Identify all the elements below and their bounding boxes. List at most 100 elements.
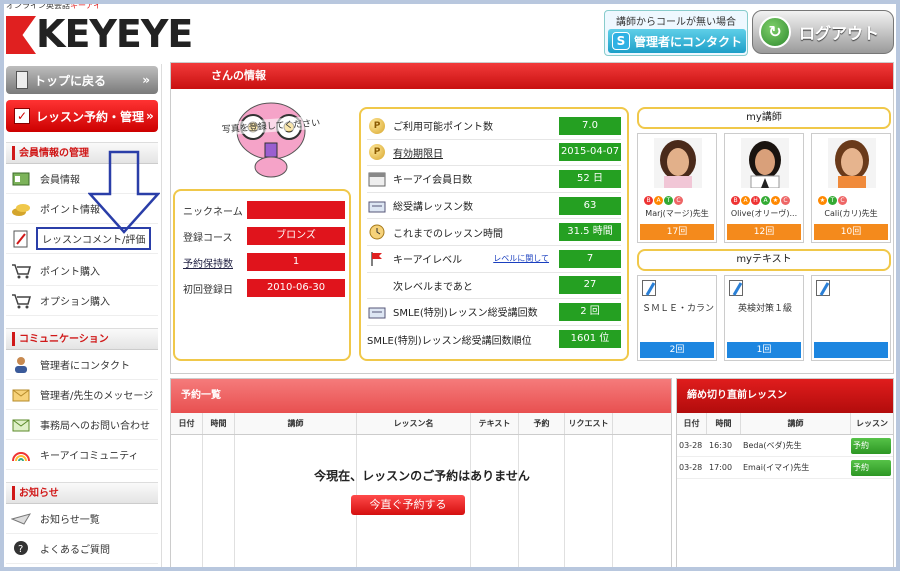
stats-card: P ご利用可能ポイント数 7.0 P 有効期限日 2015-04-07 キーアイ会員日数…	[359, 107, 629, 361]
stat-row: SMLE(特別)レッスン総受講回数順位 1601 位	[367, 326, 621, 353]
avatar-placeholder[interactable]: 写真を登録してください	[191, 97, 351, 181]
sidebar-item-label: 事務局へのお問い合わせ	[40, 421, 150, 432]
document-icon	[642, 280, 656, 296]
column-header: 時間	[203, 413, 235, 434]
textbook-card[interactable]: ＳＭＬＥ・カラン 2回	[637, 275, 717, 361]
logo-text: KEYEYE	[36, 12, 193, 56]
column-header: リクエスト	[565, 413, 613, 434]
reserve-button[interactable]: 予約	[851, 437, 891, 454]
sidebar-item-label: キーアイコミュニティ	[40, 451, 139, 462]
sidebar-item-faq[interactable]: ? よくあるご質問	[6, 534, 158, 564]
stat-value: 1601 位	[559, 330, 621, 349]
stat-label: SMLE(特別)レッスン総受講回数順位	[367, 335, 532, 347]
stat-label: SMLE(特別)レッスン総受講回数	[393, 308, 538, 320]
reservation-table-header: 日付 時間 講師 レッスン名 テキスト 予約 リクエスト	[171, 413, 671, 435]
reservation-hold-link[interactable]: 予約保持数	[179, 255, 247, 270]
svg-text:?: ?	[18, 544, 23, 555]
teacher-card[interactable]: ★ T C Cali(カリ)先生 10回	[811, 133, 891, 243]
column-header: 予約	[519, 413, 565, 434]
stat-value: 7.0	[559, 116, 621, 135]
point-coin-icon: P	[367, 117, 387, 135]
stat-label: ご利用可能ポイント数	[393, 122, 493, 134]
flag-icon	[367, 250, 387, 268]
stat-row: P ご利用可能ポイント数 7.0	[367, 113, 621, 140]
contact-admin-box: 講師からコールが無い場合 S 管理者にコンタクト	[604, 10, 748, 56]
profile-row: 初回登録日 2010-06-30	[179, 275, 345, 301]
profile-row: ニックネーム	[179, 197, 345, 223]
sidebar-item-contact-admin[interactable]: 管理者にコンタクト	[6, 350, 158, 380]
stat-label: 次レベルまであと	[393, 281, 473, 293]
column-header: 日付	[677, 413, 707, 434]
tagline-brand: キーアイ	[70, 1, 102, 10]
logout-button[interactable]: ↻ ログアウト	[752, 10, 894, 54]
sidebar-item-news-list[interactable]: お知らせ一覧	[6, 504, 158, 534]
closing-row: 03-28 16:30 Beda(ベダ)先生 予約	[677, 435, 893, 457]
double-chevron-icon: »	[146, 109, 154, 123]
textbook-card[interactable]	[811, 275, 891, 361]
stat-label: キーアイ会員日数	[393, 175, 473, 187]
stat-value: 31.5 時間	[559, 223, 621, 242]
keyboard-icon	[367, 197, 387, 215]
book-now-button[interactable]: 今直ぐ予約する	[351, 495, 465, 515]
question-icon: ?	[10, 540, 32, 558]
column-header: 時間	[707, 413, 741, 434]
textbook-count: 1回	[727, 342, 801, 358]
checkbox-icon: ✓	[14, 108, 30, 124]
closing-table-header: 日付 時間 講師 レッスン	[677, 413, 893, 435]
member-info-title: さんの情報	[171, 63, 893, 89]
contact-admin-button[interactable]: S 管理者にコンタクト	[608, 29, 746, 53]
column-header: 講師	[235, 413, 357, 434]
lesson-booking-button[interactable]: ✓ レッスン予約・管理 »	[6, 100, 158, 132]
document-icon	[729, 280, 743, 296]
shopping-cart-icon	[10, 292, 32, 310]
contact-notice: 講師からコールが無い場合	[616, 17, 736, 28]
textbook-count: 2回	[640, 342, 714, 358]
keyeye-logo[interactable]: KEYEYE	[6, 10, 193, 56]
closing-date: 03-28	[679, 463, 703, 472]
stat-value: 2015-04-07	[559, 143, 621, 162]
sidebar-item-inquiry[interactable]: 事務局へのお問い合わせ	[6, 410, 158, 440]
nickname-value	[247, 201, 345, 219]
sidebar-item-community[interactable]: キーアイコミュニティ	[6, 440, 158, 470]
reservation-list-panel: 予約一覧 日付 時間 講師 レッスン名 テキスト 予約 リクエスト 今現在、レッ…	[170, 378, 672, 571]
teacher-card[interactable]: B A H A ★ C Olive(オリーヴ)... 12回	[724, 133, 804, 243]
notepad-icon	[10, 230, 32, 248]
clock-icon	[367, 223, 387, 241]
course-label: 登録コース	[183, 232, 233, 244]
sidebar-item-label: よくあるご質問	[40, 545, 110, 556]
logout-label: ログアウト	[799, 24, 880, 43]
section-communication: コミュニケーション	[6, 328, 158, 350]
teacher-name: Marj(マージ)先生	[645, 209, 709, 218]
teacher-badges: BATC	[644, 196, 683, 205]
no-reservations-message: 今現在、レッスンのご予約はありません	[314, 469, 530, 483]
closing-teacher: Emai(イマイ)先生	[743, 463, 810, 472]
calendar-icon	[367, 170, 387, 188]
stat-row: 総受講レッスン数 63	[367, 193, 621, 220]
shopping-cart-icon	[10, 262, 32, 280]
coins-icon	[10, 200, 32, 218]
reservation-list-title: 予約一覧	[171, 379, 671, 413]
closing-time: 16:30	[709, 441, 733, 450]
closing-date: 03-28	[679, 441, 703, 450]
reserve-button[interactable]: 予約	[851, 459, 891, 476]
stat-label: 総受講レッスン数	[393, 202, 473, 214]
back-to-top-button[interactable]: トップに戻る »	[6, 66, 158, 94]
sidebar-item-label: 会員情報	[40, 175, 80, 186]
first-registration-value: 2010-06-30	[247, 279, 345, 297]
about-levels-link[interactable]: レベルに関して	[493, 253, 549, 264]
expiry-link[interactable]: 有効期限日	[393, 145, 559, 160]
sidebar-item-buy-points[interactable]: ポイント購入	[6, 256, 158, 286]
contact-admin-label: 管理者にコンタクト	[634, 34, 743, 49]
textbook-card[interactable]: 英検対策１級 1回	[724, 275, 804, 361]
teacher-badges: ★ T C	[818, 196, 847, 205]
tagline-prefix: オンライン英会話	[6, 1, 70, 10]
my-text-title: myテキスト	[637, 249, 891, 271]
stat-row: キーアイレベル レベルに関して 7	[367, 246, 621, 273]
closing-row: 03-28 17:00 Emai(イマイ)先生 予約	[677, 457, 893, 479]
sidebar-item-buy-options[interactable]: オプション購入	[6, 286, 158, 316]
teacher-card[interactable]: BATC Marj(マージ)先生 17回	[637, 133, 717, 243]
column-header: レッスン	[856, 419, 888, 428]
teacher-photo	[741, 138, 789, 188]
stat-value: 63	[559, 196, 621, 215]
sidebar-item-messages[interactable]: 管理者/先生のメッセージ	[6, 380, 158, 410]
